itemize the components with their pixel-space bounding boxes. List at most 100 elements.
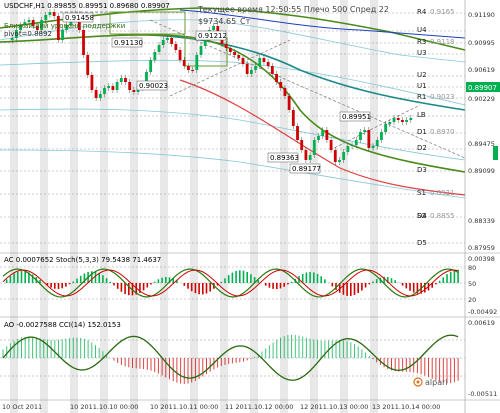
svg-text:10 2011.10.11 00:00: 10 2011.10.11 00:00: [150, 403, 218, 411]
candle-body: [279, 82, 283, 88]
candle-body: [98, 94, 102, 98]
candle-body: [338, 160, 341, 162]
annotation-level-3: 0.89951: [342, 113, 371, 121]
candle-body: [212, 26, 215, 30]
candle-body: [333, 150, 337, 162]
price-tick: 0.88339: [468, 217, 495, 225]
candle-body: [187, 66, 190, 70]
candle-body: [61, 30, 64, 40]
candle-body: [392, 118, 396, 122]
pivot-level-u3: U3: [417, 49, 427, 57]
candle-body: [107, 86, 111, 88]
candle-body: [325, 130, 329, 140]
candle-body: [388, 122, 392, 124]
price-tick: 0.87959: [468, 244, 495, 252]
alpari-logo: alpari: [413, 377, 448, 387]
candle-body: [346, 146, 350, 152]
candle-body: [308, 155, 312, 160]
candle-body: [384, 124, 388, 132]
svg-text:12 2011.10.13 00:00: 12 2011.10.13 00:00: [300, 403, 368, 411]
candle-body: [199, 46, 203, 55]
svg-text:50: 50: [468, 280, 476, 288]
pivot-value: 0.8921: [430, 189, 455, 197]
candle-body: [396, 118, 400, 120]
svg-text:11 2011.10.12 00:00: 11 2011.10.12 00:00: [225, 403, 293, 411]
annotation-low-2: 0.89363: [270, 154, 299, 162]
pivot-level-s1: S1: [417, 189, 426, 197]
nearest-level-label: Ближайший уровень поддержки: [4, 22, 125, 30]
ac-stoch-label: AC 0.0007652 Stoch(5,3,3) 79.5438 71.463…: [4, 256, 161, 264]
candle-body: [48, 12, 52, 15]
candle-body: [86, 55, 90, 75]
svg-text:20: 20: [468, 296, 476, 304]
candle-body: [115, 82, 119, 90]
price-handle[interactable]: [493, 146, 498, 160]
pivot-level-d3: D3: [417, 166, 427, 174]
candle-body: [52, 12, 56, 16]
pivot-level-u1: U1: [417, 82, 427, 90]
svg-text:0.00398: 0.00398: [468, 255, 495, 263]
candle-body: [149, 60, 153, 72]
pivot-level-u4: U4: [417, 26, 427, 34]
candle-body: [380, 132, 383, 140]
price-tick: 0.90229: [468, 95, 495, 103]
pivot-level-r3: R3: [417, 38, 426, 46]
candle-body: [153, 52, 157, 60]
balance: $9734.65: [198, 17, 236, 26]
candle-body: [371, 146, 375, 148]
brand-text: alpari: [425, 378, 448, 387]
candle-body: [103, 88, 106, 94]
pivot-level-s2: S2: [417, 212, 426, 220]
pivot-level-u2: U2: [417, 71, 427, 79]
candle-body: [161, 40, 165, 45]
candle-body: [405, 120, 409, 122]
candle-body: [178, 50, 182, 60]
candle-body: [170, 38, 174, 44]
candle-body: [342, 152, 346, 160]
pivot-value: 0.9165: [430, 8, 455, 16]
svg-text:13 2011.10.14 00:00: 13 2011.10.14 00:00: [372, 403, 440, 411]
pivot-level-lb: LB: [417, 111, 426, 119]
candle-body: [10, 38, 14, 40]
candle-body: [287, 96, 291, 110]
symbol-info: USDCHF,H1 0.89855 0.89951 0.89680 0.8990…: [4, 2, 170, 10]
candle-body: [258, 58, 262, 66]
price-tick: 0.90619: [468, 66, 495, 74]
balance-suffix: Ст: [240, 17, 251, 26]
candle-body: [270, 66, 274, 74]
svg-text:0.00619: 0.00619: [468, 319, 495, 327]
current-price: 0.89907: [468, 84, 497, 92]
pivot-value: 0.8855: [430, 212, 455, 220]
pivot-labels: R4 0.9165U4R3 0.9118U3U2U1R1 0.9023LBD1 0.89…: [417, 8, 455, 247]
candle-body: [262, 58, 266, 62]
candle-body: [166, 38, 169, 40]
price-axis: [465, 0, 500, 413]
annotation-low-1: 0.90023: [139, 82, 168, 90]
candle-body: [249, 70, 253, 74]
pivot-level-r1: R1: [417, 93, 426, 101]
price-tick: 0.89099: [468, 167, 495, 175]
price-tick: 0.90995: [468, 39, 495, 47]
candle-body: [174, 44, 178, 50]
candle-body: [182, 60, 186, 66]
candle-body: [321, 130, 325, 136]
svg-text:10 Oct 2011: 10 Oct 2011: [2, 403, 42, 411]
candle-body: [94, 90, 98, 98]
candle-body: [283, 88, 287, 96]
trading-chart[interactable]: 0.91458 0.91130 0.91212 0.90023 0.89951 …: [0, 0, 500, 413]
candle-body: [329, 140, 333, 150]
candle-body: [312, 140, 316, 155]
candle-body: [228, 48, 232, 52]
candle-body: [266, 62, 270, 66]
pivot-level-d1: D1: [417, 128, 427, 136]
candle-body: [367, 130, 371, 148]
pivot-value: 0.9023: [430, 93, 455, 101]
candle-body: [354, 140, 358, 145]
svg-text:10 2011.10.10 00:00: 10 2011.10.10 00:00: [70, 403, 138, 411]
annotation-level-2: 0.91212: [198, 32, 227, 40]
candle-body: [245, 64, 249, 74]
pivot-level-r4: R4: [417, 8, 427, 16]
candle-body: [409, 118, 413, 120]
price-tick: 0.89475: [468, 140, 495, 148]
candle-body: [157, 45, 161, 52]
